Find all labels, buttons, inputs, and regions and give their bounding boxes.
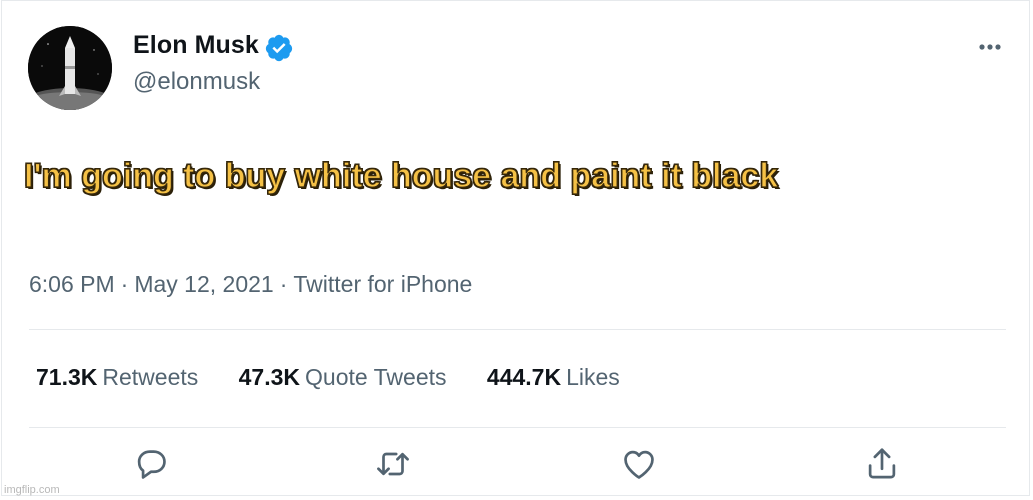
reply-icon xyxy=(137,450,166,479)
user-handle[interactable]: @elonmusk xyxy=(133,68,260,96)
quote-tweets-label: Quote Tweets xyxy=(305,364,447,390)
like-button[interactable] xyxy=(620,445,658,483)
divider xyxy=(29,329,1006,330)
meta-separator: · xyxy=(279,271,288,297)
likes-stat[interactable]: 444.7K Likes xyxy=(487,364,620,391)
likes-label: Likes xyxy=(566,364,620,390)
watermark: imgflip.com xyxy=(4,484,60,496)
tweet-meta: 6:06 PM · May 12, 2021 · Twitter for iPhone xyxy=(29,271,472,298)
verified-badge-icon xyxy=(264,33,294,63)
tweet-card: Elon Musk @elonmusk I'm going to buy whi… xyxy=(1,0,1030,496)
meta-separator: · xyxy=(120,271,129,297)
quote-tweets-stat[interactable]: 47.3K Quote Tweets xyxy=(239,364,447,391)
tweet-source[interactable]: Twitter for iPhone xyxy=(293,271,472,297)
tweet-date[interactable]: May 12, 2021 xyxy=(134,271,273,297)
likes-count: 444.7K xyxy=(486,364,562,390)
retweet-icon xyxy=(377,452,409,476)
tweet-time[interactable]: 6:06 PM xyxy=(29,271,115,297)
retweets-stat[interactable]: 71.3K Retweets xyxy=(36,364,198,391)
avatar[interactable] xyxy=(28,26,112,110)
retweet-button[interactable] xyxy=(374,445,412,483)
avatar-image xyxy=(28,26,112,110)
retweets-count: 71.3K xyxy=(36,364,98,390)
more-options-icon[interactable] xyxy=(972,33,1008,61)
reply-button[interactable] xyxy=(132,445,170,483)
share-icon xyxy=(868,448,896,479)
tweet-text: I'm going to buy white house and paint i… xyxy=(23,156,779,195)
tweet-stats: 71.3K Retweets 47.3K Quote Tweets 444.7K Li… xyxy=(36,364,654,391)
retweets-label: Retweets xyxy=(102,364,199,390)
heart-icon xyxy=(624,450,654,479)
share-button[interactable] xyxy=(863,445,901,483)
display-name[interactable]: Elon Musk xyxy=(133,31,259,60)
quote-tweets-count: 47.3K xyxy=(238,364,301,390)
divider xyxy=(29,427,1006,428)
